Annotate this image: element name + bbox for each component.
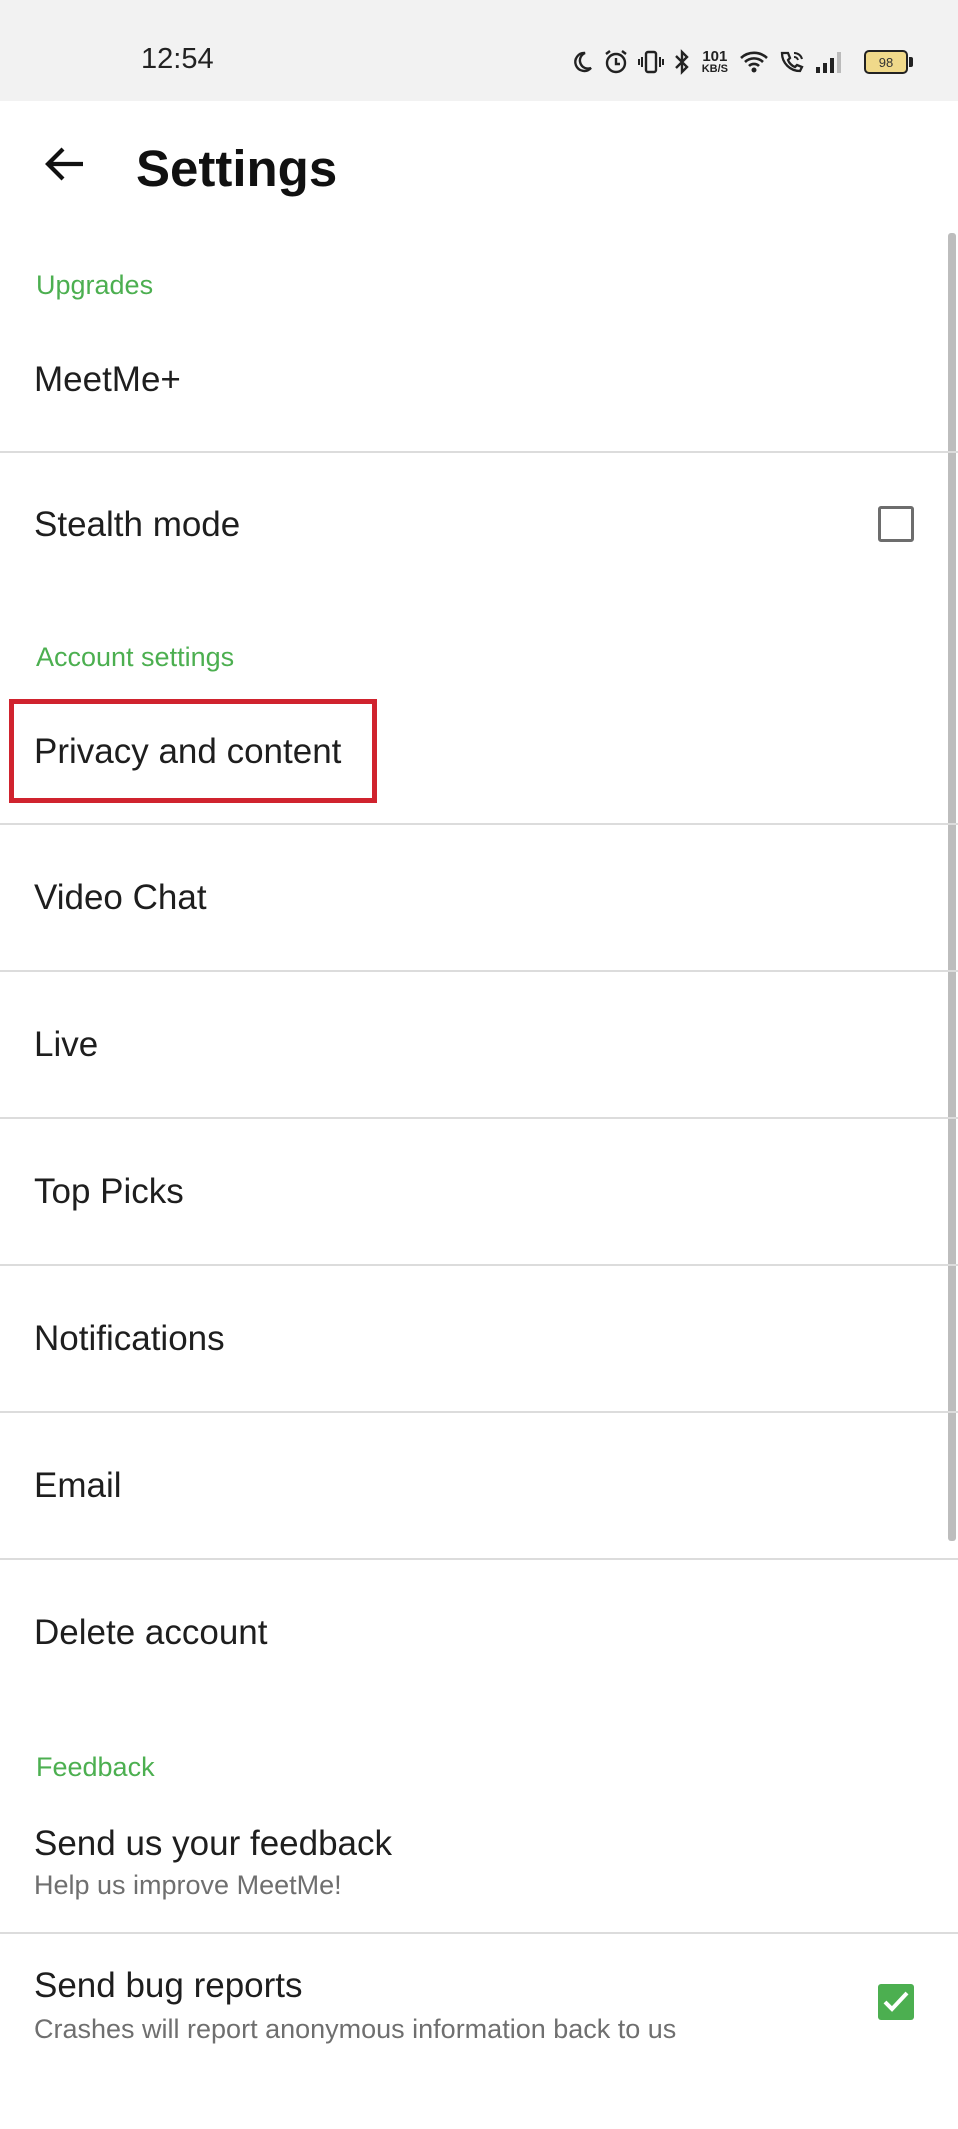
section-header-upgrades: Upgrades xyxy=(36,270,154,300)
stealth-mode-checkbox[interactable] xyxy=(878,506,914,542)
settings-item-label: Send bug reports xyxy=(34,1966,303,2005)
settings-item-subtitle: Crashes will report anonymous informatio… xyxy=(34,2014,677,2044)
settings-item-notifications[interactable]: Notifications xyxy=(0,1266,958,1412)
moon-icon xyxy=(573,51,592,73)
settings-item-label: Stealth mode xyxy=(34,505,241,544)
settings-item-label: Delete account xyxy=(34,1613,268,1652)
settings-item-label: Email xyxy=(34,1466,122,1505)
settings-item-live[interactable]: Live xyxy=(0,972,958,1118)
bug-reports-checkbox[interactable] xyxy=(878,1984,914,2020)
app-bar: Settings xyxy=(0,101,958,227)
settings-item-label: MeetMe+ xyxy=(34,360,181,399)
settings-item-top-picks[interactable]: Top Picks xyxy=(0,1119,958,1265)
alarm-icon xyxy=(604,50,627,74)
status-icons: 101 KB/S 98 xyxy=(570,44,913,80)
settings-item-label: Video Chat xyxy=(34,878,207,917)
settings-item-stealth-mode[interactable]: Stealth mode xyxy=(0,453,958,601)
settings-item-email[interactable]: Email xyxy=(0,1413,958,1559)
settings-item-send-bug-reports[interactable]: Send bug reports Crashes will report ano… xyxy=(0,1934,958,2084)
section-header-feedback: Feedback xyxy=(36,1752,155,1782)
section-header-account-settings: Account settings xyxy=(36,642,235,672)
vibrate-icon xyxy=(637,50,664,74)
page-title: Settings xyxy=(136,140,338,197)
settings-item-label: Top Picks xyxy=(34,1172,184,1211)
settings-item-video-chat[interactable]: Video Chat xyxy=(0,825,958,971)
settings-item-meetme-plus[interactable]: MeetMe+ xyxy=(0,330,958,452)
settings-item-label: Send us your feedback xyxy=(34,1824,393,1863)
bluetooth-icon xyxy=(674,49,689,75)
signal-icon xyxy=(816,52,841,73)
battery-icon: 98 xyxy=(864,50,913,74)
arrow-left-icon xyxy=(45,147,83,181)
checkmark-icon xyxy=(883,1991,909,2012)
wifi-icon xyxy=(740,51,768,73)
settings-item-subtitle: Help us improve MeetMe! xyxy=(34,1870,342,1900)
status-bar: 12:54 101 KB/S 98 xyxy=(0,0,958,101)
highlight-box xyxy=(9,699,377,803)
wifi-calling-icon xyxy=(780,51,804,73)
settings-item-label: Live xyxy=(34,1025,99,1064)
network-speed: 101 KB/S xyxy=(701,48,728,75)
status-time: 12:54 xyxy=(141,43,214,75)
settings-item-label: Notifications xyxy=(34,1319,225,1358)
back-button[interactable] xyxy=(34,134,94,194)
settings-item-send-feedback[interactable]: Send us your feedback Help us improve Me… xyxy=(0,1810,958,1932)
settings-item-delete-account[interactable]: Delete account xyxy=(0,1560,958,1706)
